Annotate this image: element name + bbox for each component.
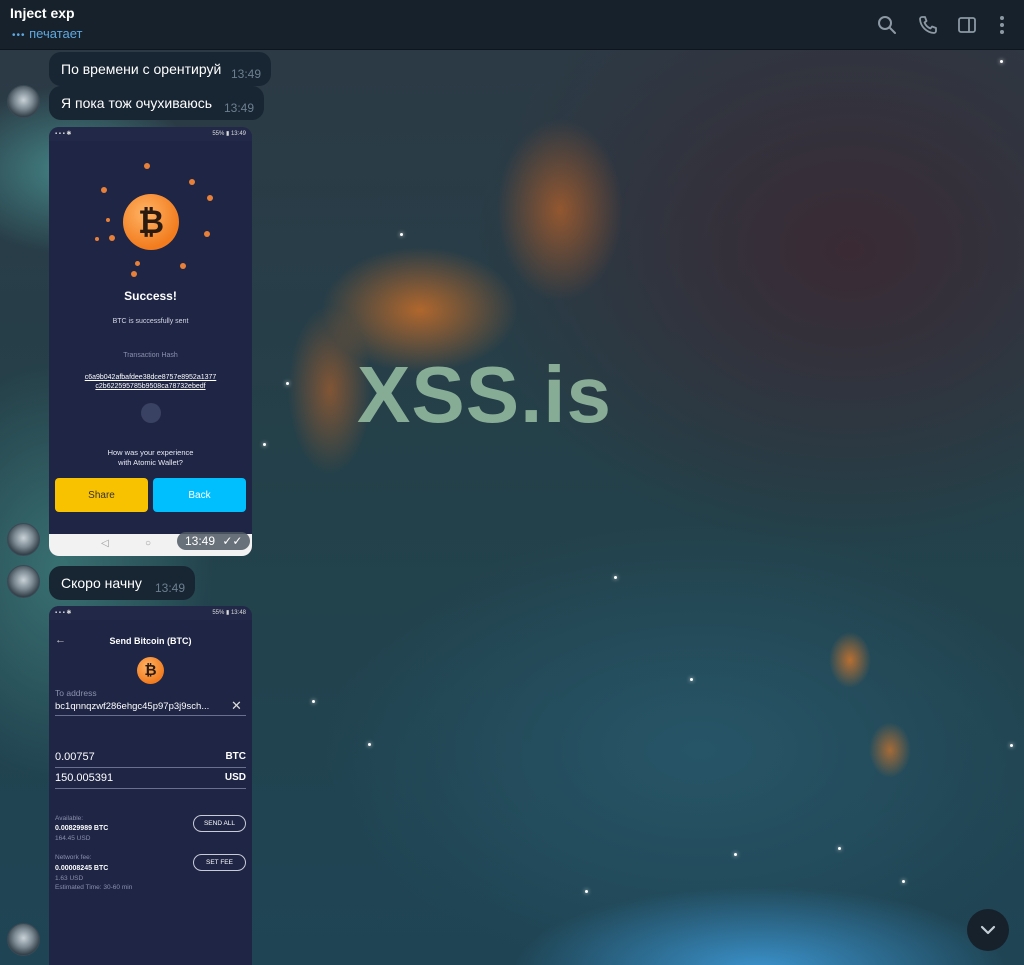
question-line-2: with Atomic Wallet? — [118, 458, 183, 467]
chevron-down-icon — [980, 925, 996, 935]
fee-label: Network fee: — [55, 854, 92, 861]
bitcoin-symbol: ₿ — [137, 203, 165, 240]
star — [1000, 60, 1003, 63]
image-time-badge: 13:49 ✓✓ — [177, 532, 251, 550]
bitcoin-icon: ₿ — [123, 194, 179, 250]
fee-usd: 1.63 USD — [55, 875, 84, 882]
star — [838, 847, 841, 850]
typing-status-text: печатает — [29, 26, 83, 41]
hash-line-2[interactable]: c2b622595785b9508ca78732ebedf — [49, 383, 252, 390]
confetti-dot — [189, 179, 195, 185]
star — [690, 678, 693, 681]
amount-btc-input[interactable]: 0.00757 — [55, 751, 95, 763]
star — [368, 743, 371, 746]
chat-header: Inject exp ••• печатает — [0, 0, 1024, 50]
to-address-label: To address — [55, 688, 97, 698]
star — [400, 233, 403, 236]
available-usd: 164.45 USD — [55, 835, 91, 842]
message-time: 13:49 — [154, 581, 185, 595]
address-input[interactable]: bc1qnnqzwf286ehgc45p97p3j9sch... — [55, 701, 209, 712]
star — [585, 890, 588, 893]
nav-back-icon: ◁ — [101, 538, 109, 549]
star — [734, 853, 737, 856]
phone-status-left: ▪ ▪ ▪ ✱ — [55, 610, 72, 616]
typing-status: ••• печатает — [12, 26, 83, 41]
phone-status-bar: ▪ ▪ ▪ ✱ 55% ▮ 13:48 — [49, 606, 252, 620]
available-btc: 0.00829989 BTC — [55, 825, 109, 832]
search-icon[interactable] — [876, 14, 898, 36]
confetti-dot — [135, 261, 140, 266]
available-label: Available: — [55, 815, 84, 822]
confetti-dot — [207, 195, 213, 201]
unit-usd: USD — [224, 772, 246, 783]
message-bubble[interactable]: Скоро начну 13:49 — [49, 566, 195, 600]
share-button[interactable]: Share — [55, 478, 148, 512]
copy-icon[interactable] — [141, 403, 161, 423]
star — [1010, 744, 1013, 747]
back-button[interactable]: Back — [153, 478, 246, 512]
watermark-text: XSS.is — [357, 350, 613, 439]
set-fee-button[interactable]: SET FEE — [193, 854, 246, 871]
message-time: 13:49 — [185, 534, 216, 548]
hash-line-1[interactable]: c6a9b042afbafdee38dce8757e8952a1377 — [49, 374, 252, 381]
phone-status-right: 55% ▮ 13:48 — [212, 610, 246, 616]
image-message[interactable]: ▪ ▪ ▪ ✱ 55% ▮ 13:49 ₿ Success! BTC is su… — [49, 127, 252, 556]
message-bubble[interactable]: По времени с орентируй 13:49 — [49, 52, 271, 86]
divider — [55, 767, 246, 768]
clear-icon[interactable]: ✕ — [231, 698, 242, 714]
bitcoin-symbol: ₿ — [144, 662, 157, 679]
message-time: 13:49 — [230, 67, 261, 81]
message-time: 13:49 — [223, 101, 254, 115]
avatar[interactable] — [7, 923, 40, 956]
sidebar-toggle-icon[interactable] — [956, 14, 978, 36]
divider — [55, 715, 246, 716]
more-vertical-icon[interactable] — [991, 14, 1013, 36]
scroll-to-bottom-button[interactable] — [967, 909, 1009, 951]
avatar[interactable] — [7, 565, 40, 598]
message-text: Скоро начну — [61, 575, 142, 591]
confetti-dot — [106, 218, 110, 222]
star — [286, 382, 289, 385]
avatar[interactable] — [7, 85, 40, 118]
confetti-dot — [95, 237, 99, 241]
message-bubble[interactable]: Я пока тож очухиваюсь 13:49 — [49, 86, 264, 120]
send-all-button[interactable]: SEND ALL — [193, 815, 246, 832]
confetti-dot — [131, 271, 137, 277]
confetti-dot — [144, 163, 150, 169]
phone-status-right: 55% ▮ 13:49 — [212, 131, 246, 137]
hash-label: Transaction Hash — [123, 352, 178, 359]
confetti-dot — [109, 235, 115, 241]
confetti-dot — [180, 263, 186, 269]
success-title: Success! — [124, 289, 177, 303]
star — [902, 880, 905, 883]
fee-btc: 0.00008245 BTC — [55, 865, 109, 872]
divider — [55, 788, 246, 789]
image-message[interactable]: ▪ ▪ ▪ ✱ 55% ▮ 13:48 ← Send Bitcoin (BTC)… — [49, 606, 252, 965]
chat-title[interactable]: Inject exp — [10, 5, 75, 21]
fee-time: Estimated Time: 30-60 min — [55, 884, 133, 891]
phone-status-left: ▪ ▪ ▪ ✱ — [55, 131, 72, 137]
phone-status-bar: ▪ ▪ ▪ ✱ 55% ▮ 13:49 — [49, 127, 252, 141]
confetti-dot — [101, 187, 107, 193]
question-line-1: How was your experience — [107, 448, 194, 457]
star — [614, 576, 617, 579]
message-text: Я пока тож очухиваюсь — [61, 95, 213, 111]
star — [263, 443, 266, 446]
amount-usd-input[interactable]: 150.005391 — [55, 772, 113, 784]
avatar[interactable] — [7, 523, 40, 556]
success-subtitle: BTC is successfully sent — [112, 318, 189, 325]
phone-icon[interactable] — [917, 14, 939, 36]
double-check-icon: ✓✓ — [222, 534, 243, 548]
bitcoin-icon: ₿ — [137, 657, 164, 684]
confetti-dot — [204, 231, 210, 237]
typing-dots: ••• — [12, 30, 26, 41]
message-text: По времени с орентируй — [61, 61, 222, 77]
send-title: Send Bitcoin (BTC) — [109, 636, 192, 646]
star — [312, 700, 315, 703]
nav-home-icon: ○ — [145, 538, 152, 549]
unit-btc: BTC — [225, 751, 246, 762]
